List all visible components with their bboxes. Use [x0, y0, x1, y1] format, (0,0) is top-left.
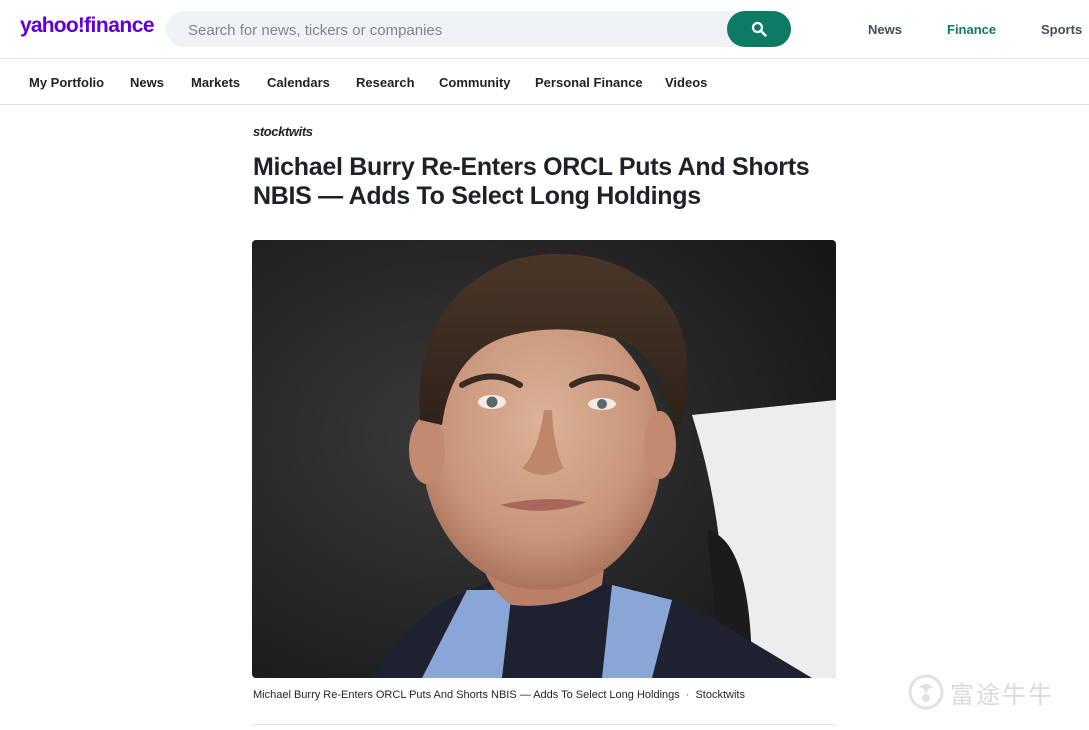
yahoo-finance-logo[interactable]: yahoo ! finance: [20, 14, 155, 42]
article-headline: Michael Burry Re-Enters ORCL Puts And Sh…: [253, 153, 810, 210]
nav-calendars[interactable]: Calendars: [267, 75, 330, 90]
top-link-news[interactable]: News: [868, 22, 902, 37]
search-icon: [751, 21, 767, 37]
portrait-photo-icon: [252, 240, 836, 678]
top-link-finance[interactable]: Finance: [947, 22, 996, 37]
nav-my-portfolio[interactable]: My Portfolio: [29, 75, 104, 90]
image-caption: Michael Burry Re-Enters ORCL Puts And Sh…: [253, 689, 745, 701]
caption-credit: Stocktwits: [695, 689, 745, 701]
nav-videos[interactable]: Videos: [665, 75, 707, 90]
article-hero-image[interactable]: [252, 240, 836, 678]
search-button[interactable]: [727, 11, 791, 47]
search-input[interactable]: [186, 11, 720, 49]
nav-markets[interactable]: Markets: [191, 75, 240, 90]
provider-logo[interactable]: stocktwits: [253, 124, 313, 139]
watermark-text: 富途牛牛: [950, 680, 1054, 709]
nav-community[interactable]: Community: [439, 75, 511, 90]
futu-logo-icon: [908, 674, 944, 710]
caption-separator: ·: [685, 689, 690, 701]
nav-research[interactable]: Research: [356, 75, 415, 90]
top-link-sports[interactable]: Sports: [1041, 22, 1082, 37]
nav-news[interactable]: News: [130, 75, 164, 90]
caption-divider: [252, 724, 836, 725]
logo-yahoo-text: yahoo: [20, 14, 79, 37]
search-bar: [166, 11, 791, 49]
watermark: 富途牛牛: [908, 674, 1054, 710]
nav-divider: [0, 104, 1089, 105]
nav-personal-finance[interactable]: Personal Finance: [535, 75, 643, 90]
section-nav: My Portfolio News Markets Calendars Rese…: [0, 59, 1089, 104]
logo-finance-text: finance: [84, 14, 155, 37]
top-header: yahoo ! finance News Finance Sports: [0, 0, 1089, 58]
caption-text: Michael Burry Re-Enters ORCL Puts And Sh…: [253, 689, 680, 701]
